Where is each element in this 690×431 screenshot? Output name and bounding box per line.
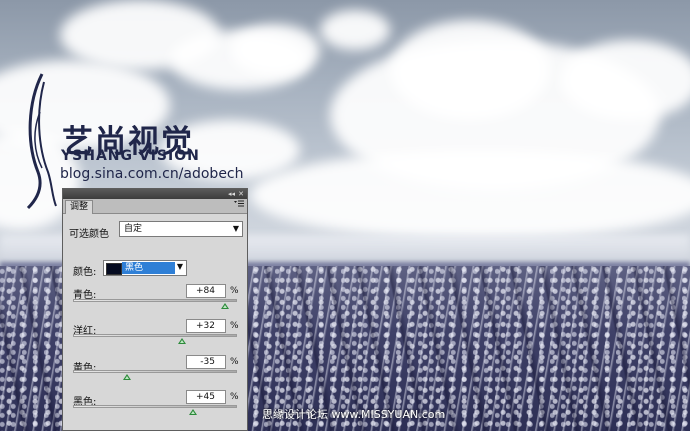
colors-value: 黑色 (122, 262, 175, 274)
black-slider-track[interactable] (73, 405, 237, 408)
brand-url: blog.sina.com.cn/adobech (60, 166, 244, 182)
cyan-slider-thumb[interactable] (221, 303, 229, 309)
colors-dropdown[interactable]: 黑色 ▼ (103, 260, 187, 276)
footer-watermark: 思缘设计论坛 www.MISSYUAN.com (262, 408, 446, 421)
adjustment-type-label: 可选颜色 (69, 229, 109, 240)
yellow-value-input[interactable]: -35 (186, 355, 226, 369)
preset-dropdown[interactable]: 自定 ▼ (119, 221, 243, 237)
cloud (230, 24, 320, 76)
percent-unit: % (230, 357, 239, 367)
percent-unit: % (230, 392, 239, 402)
magenta-value-input[interactable]: +32 (186, 319, 226, 333)
black-slider-thumb[interactable] (189, 409, 197, 415)
chevron-down-icon: ▼ (232, 224, 239, 233)
colors-label: 颜色: (73, 267, 97, 278)
yellow-slider-thumb[interactable] (123, 374, 131, 380)
brand-english: YSHANG VISION (61, 148, 200, 164)
chevron-down-icon: ▼ (176, 262, 183, 271)
magenta-slider-thumb[interactable] (178, 338, 186, 344)
panel-title-bar[interactable]: ◂◂ ✕ (63, 189, 247, 199)
cyan-slider-track[interactable] (73, 299, 237, 302)
yellow-slider-track[interactable] (73, 370, 237, 373)
panel-menu-icon-glyph (234, 200, 244, 207)
magenta-slider-track[interactable] (73, 334, 237, 337)
black-value-input[interactable]: +45 (186, 390, 226, 404)
collapse-icon[interactable]: ◂◂ (228, 189, 235, 199)
adjustments-panel: ◂◂ ✕ 调整 可选颜色 自定 ▼ 颜色: 黑色 ▼ 青色: +84 % 洋红:… (62, 188, 248, 431)
panel-menu-icon[interactable] (234, 200, 244, 212)
panel-tab-row: 调整 (63, 199, 247, 214)
close-icon[interactable]: ✕ (238, 189, 244, 199)
percent-unit: % (230, 286, 239, 296)
color-swatch (106, 263, 122, 275)
cyan-value-input[interactable]: +84 (186, 284, 226, 298)
cloud (250, 150, 690, 240)
logo-swirl-icon (26, 73, 57, 210)
cloud (320, 10, 390, 50)
cloud (390, 20, 550, 120)
percent-unit: % (230, 321, 239, 331)
cloud (560, 40, 690, 120)
tab-adjustments[interactable]: 调整 (65, 200, 94, 214)
preset-value: 自定 (124, 224, 143, 234)
